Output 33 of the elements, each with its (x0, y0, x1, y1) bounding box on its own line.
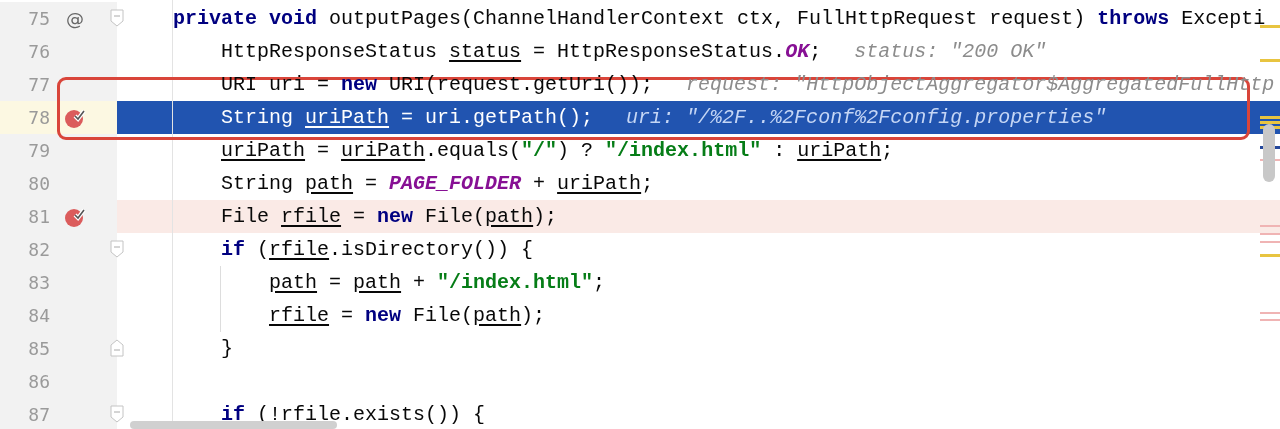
code-line: path = path + "/index.html"; (269, 271, 606, 294)
code-line: if (!rfile.exists()) { (221, 403, 486, 426)
code-line: if (rfile.isDirectory()) { (221, 238, 534, 261)
fold-icon[interactable] (110, 9, 124, 27)
line-number: 87 (27, 404, 50, 425)
line-number: 80 (27, 173, 50, 194)
code-line: uriPath = uriPath.equals("/") ? "/index.html" : uriPath; (221, 139, 894, 162)
code-line: String uriPath = uri.getPath(); (221, 106, 594, 129)
line-number: 75 (27, 8, 50, 29)
line-number: 81 (27, 206, 50, 227)
code-line: File rfile = new File(path); (221, 205, 558, 228)
line-number: 84 (27, 305, 50, 326)
code-line: String path = PAGE_FOLDER + uriPath; (221, 172, 654, 195)
inline-value-hint: uri: "/%2F..%2Fconf%2Fconfig.properties" (626, 106, 1107, 129)
code-line: URI uri = new URI(request.getUri()); (221, 73, 654, 96)
line-number: 86 (27, 371, 50, 392)
scrollbar-thumb[interactable] (1263, 124, 1275, 182)
code-line: HttpResponseStatus status = HttpResponseStatus.OK; (221, 40, 822, 63)
fold-icon[interactable] (110, 405, 124, 423)
fold-icon[interactable] (110, 240, 124, 258)
code-line: } (221, 337, 234, 360)
line-number: 76 (27, 41, 50, 62)
fold-icon[interactable] (110, 339, 124, 357)
code-line: rfile = new File(path); (269, 304, 546, 327)
line-number: 85 (27, 338, 50, 359)
line-number: 79 (27, 140, 50, 161)
line-number: 77 (27, 74, 50, 95)
implements-marker[interactable]: @ (66, 8, 84, 29)
line-number: 78 (27, 107, 50, 128)
inline-value-hint: status: "200 OK" (854, 40, 1047, 63)
line-number: 82 (27, 239, 50, 260)
code-line: private void outputPages(ChannelHandlerContext ctx, FullHttpRequest request) throws Excepti (173, 7, 1266, 30)
line-number: 83 (27, 272, 50, 293)
